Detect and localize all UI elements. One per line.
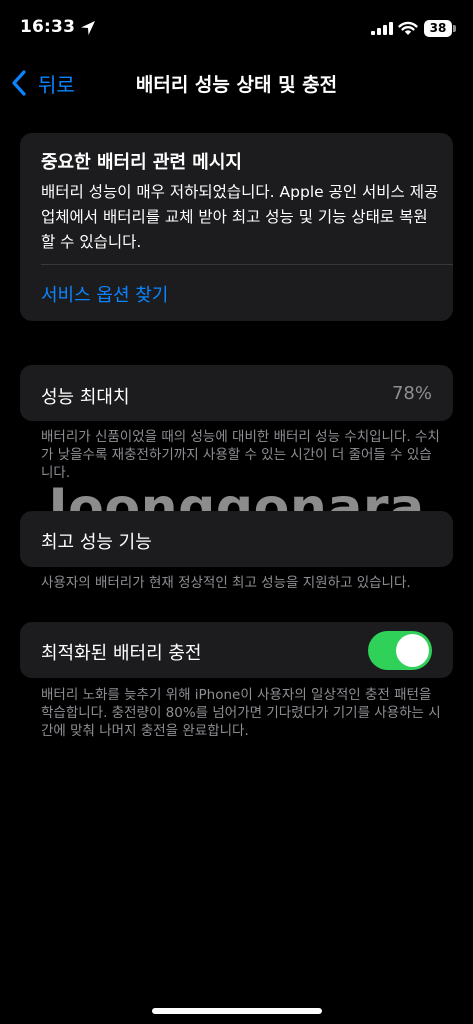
battery-tip — [453, 25, 456, 32]
divider — [41, 264, 453, 265]
cellular-signal-icon — [371, 22, 393, 35]
peak-performance-note: 사용자의 배터리가 현재 정상적인 최고 성능을 지원하고 있습니다. — [41, 575, 411, 591]
max-capacity-value: 78% — [391, 383, 432, 404]
status-time: 16:33 — [20, 17, 76, 37]
battery-icon: 38 — [424, 20, 452, 37]
battery-message-body: 배터리 성능이 매우 저하되었습니다. Apple 공인 서비스 제공업체에서 … — [41, 183, 439, 251]
home-indicator[interactable] — [152, 1008, 322, 1014]
optimized-charging-note: 배터리 노화를 늦추기 위해 iPhone이 사용자의 일상적인 충전 패턴을 … — [41, 687, 441, 739]
toggle-knob[interactable] — [396, 634, 429, 667]
max-capacity-label: 성능 최대치 — [41, 387, 130, 408]
location-arrow-icon — [81, 21, 95, 35]
page-title: 배터리 성능 상태 및 충전 — [135, 74, 338, 96]
find-service-options-link[interactable]: 서비스 옵션 찾기 — [41, 281, 168, 307]
max-capacity-note: 배터리가 신품이었을 때의 성능에 대비한 배터리 성능 수치입니다. 수치가 … — [41, 429, 440, 481]
peak-performance-label: 최고 성능 기능 — [41, 532, 152, 553]
battery-message-title: 중요한 배터리 관련 메시지 — [41, 152, 242, 173]
optimized-charging-label: 최적화된 배터리 충전 — [41, 643, 202, 664]
wifi-icon — [398, 21, 418, 35]
